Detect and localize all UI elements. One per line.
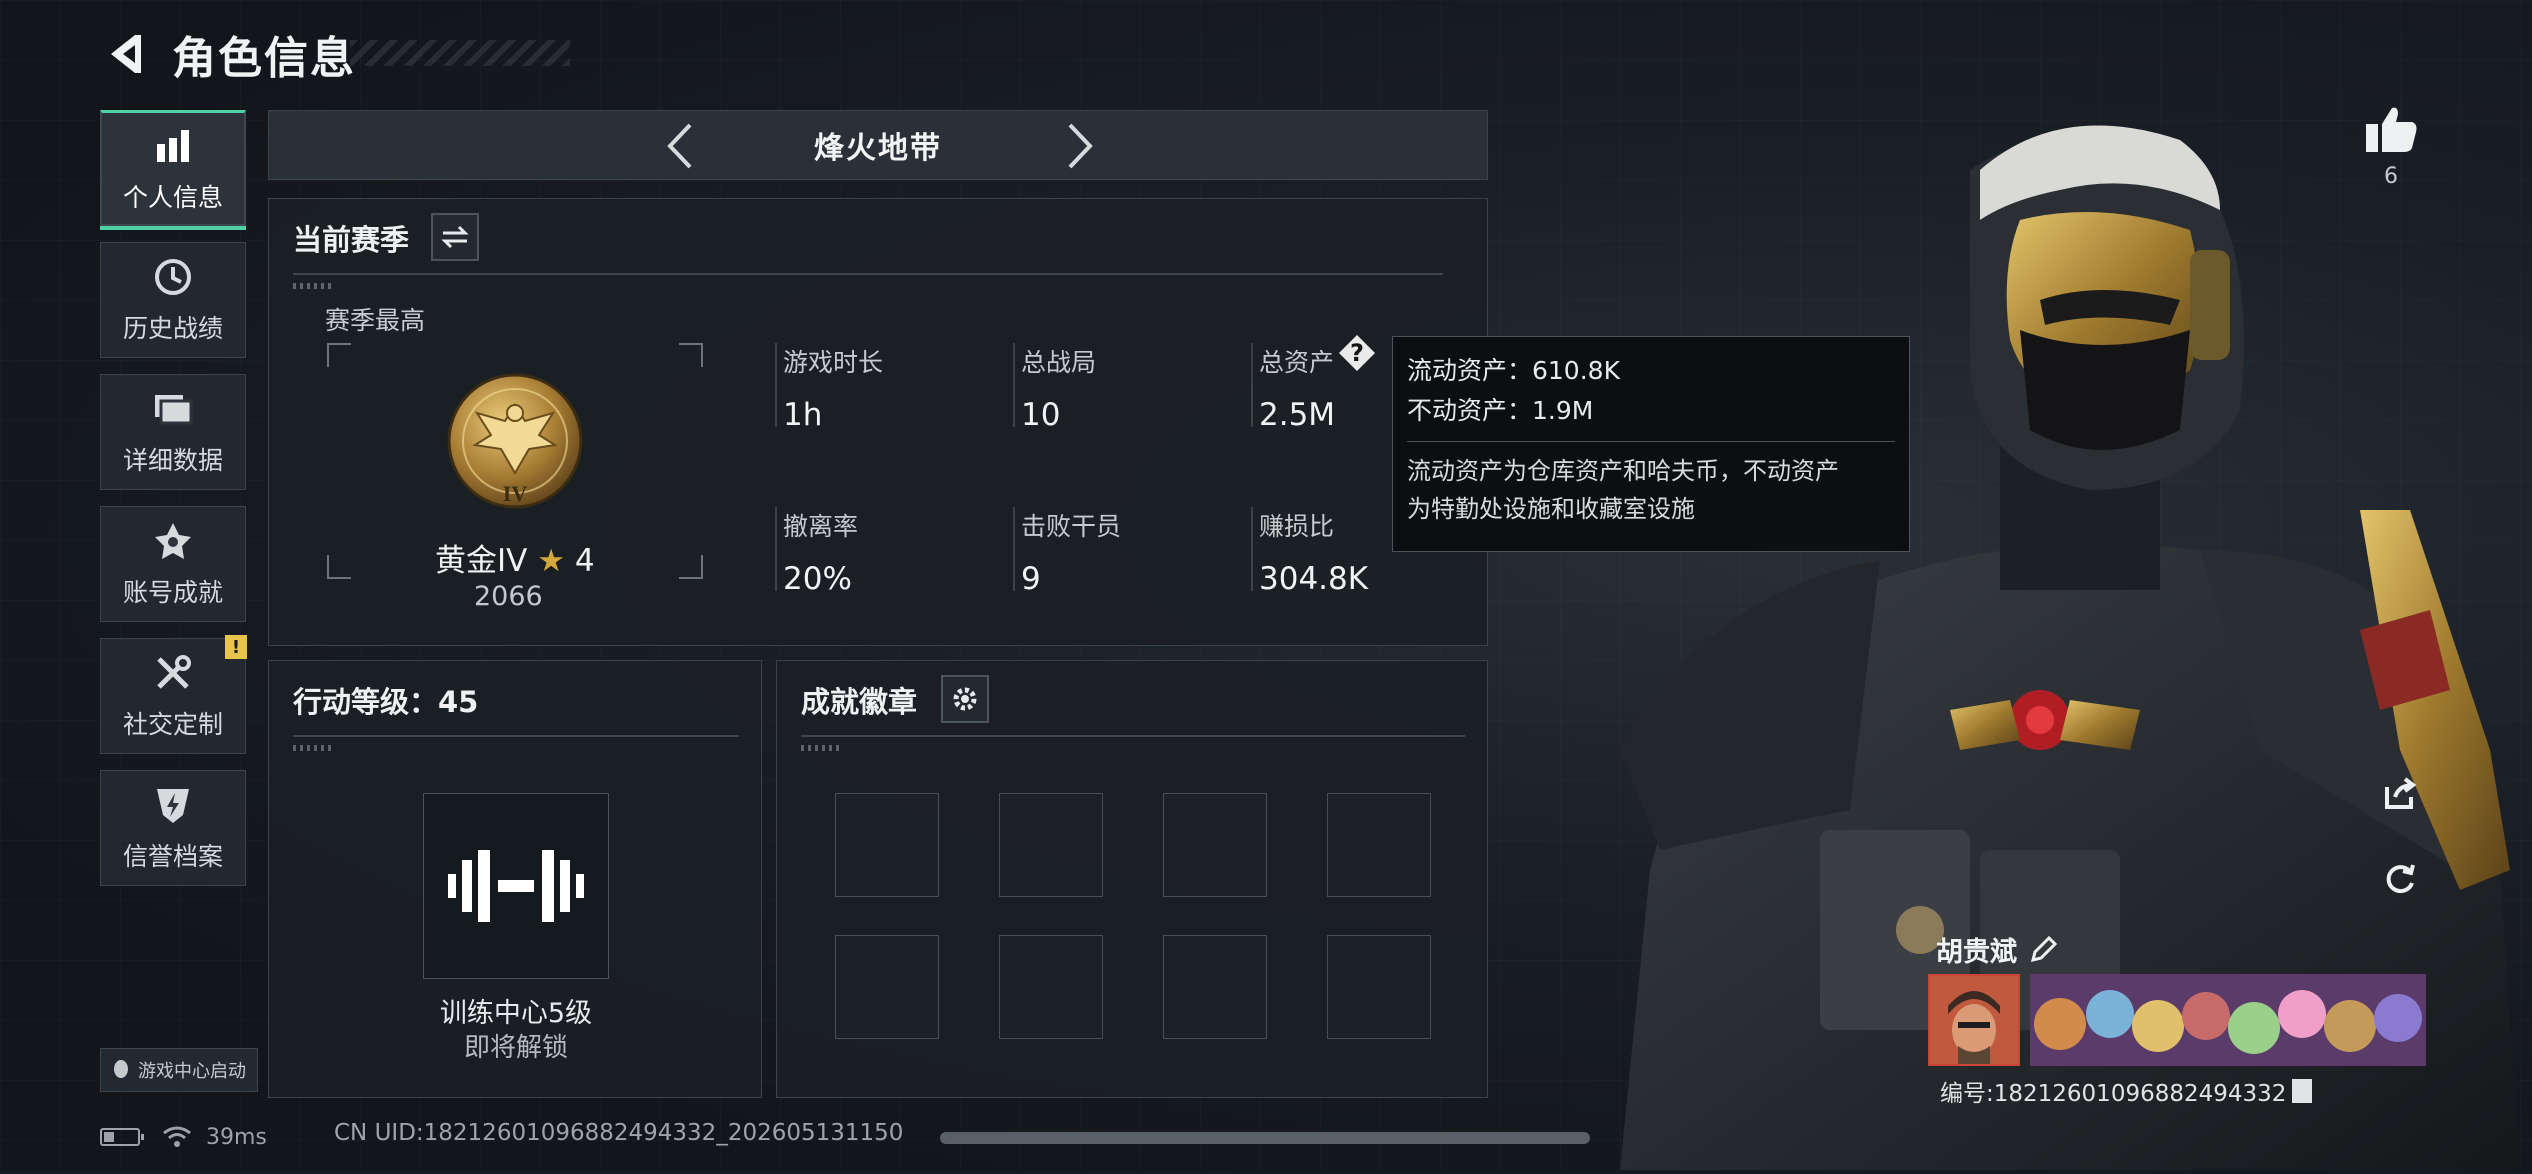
shield-lightning-icon <box>151 783 195 827</box>
tooltip-desc-line1: 流动资产为仓库资产和哈夫币，不动资产 <box>1407 457 1839 485</box>
divider <box>293 735 739 737</box>
launch-label: 游戏中心启动 <box>138 1061 246 1082</box>
mode-prev-button[interactable] <box>649 119 709 173</box>
stat-kills: 击败干员 9 <box>1013 507 1121 597</box>
stat-profit-ratio: 赚损比 304.8K <box>1251 507 1368 597</box>
achievement-badges-panel: 成就徽章 <box>776 660 1488 1098</box>
sidebar-item-label: 社交定制 <box>122 710 223 739</box>
badge-slot[interactable] <box>999 793 1103 897</box>
badge-slot[interactable] <box>999 935 1103 1039</box>
badge-slot[interactable] <box>1163 935 1267 1039</box>
mode-selector: 烽火地带 <box>268 110 1488 180</box>
share-icon <box>2385 777 2417 809</box>
training-center-status: 即将解锁 <box>463 1033 568 1063</box>
sidebar-item-label: 信誉档案 <box>122 842 223 871</box>
divider <box>801 735 1465 737</box>
training-center-name: 训练中心5级 <box>439 998 593 1029</box>
stat-playtime: 游戏时长 1h <box>775 343 883 433</box>
mode-next-button[interactable] <box>1051 119 1111 173</box>
action-level-panel: 行动等级：45 训练中心5级 即将解锁 <box>268 660 762 1098</box>
avatar[interactable] <box>1928 974 2020 1066</box>
player-name: 胡贵斌 <box>1936 930 2057 969</box>
divider-dots <box>293 745 333 751</box>
scrollbar[interactable] <box>940 1132 1590 1144</box>
rotate-button[interactable] <box>2372 850 2428 906</box>
sidebar-item-history[interactable]: 历史战绩 <box>100 242 246 358</box>
rank-name: 黄金IV ★ 4 <box>435 543 595 579</box>
title-decoration <box>350 40 570 66</box>
stat-total-assets: 总资产 2.5M <box>1251 343 1335 433</box>
edit-pencil-icon[interactable] <box>2029 935 2057 964</box>
divider-dots <box>293 283 333 289</box>
penguin-icon <box>114 1060 128 1078</box>
notification-badge: ! <box>225 635 247 659</box>
divider-dots <box>801 745 841 751</box>
wifi-icon <box>163 1126 191 1147</box>
chevron-right-icon <box>1068 123 1093 169</box>
assets-help-icon[interactable]: ? <box>1339 335 1375 371</box>
badge-slot[interactable] <box>1327 935 1431 1039</box>
sidebar-item-label: 历史战绩 <box>122 314 223 343</box>
back-arrow-icon <box>111 35 141 73</box>
divider <box>293 273 1443 275</box>
sidebar-item-achievements[interactable]: 账号成就 <box>100 506 246 622</box>
badge-slot[interactable] <box>835 793 939 897</box>
rank-emblem-icon: IV <box>447 373 583 509</box>
refresh-icon <box>2386 864 2415 894</box>
status-bar: 39ms <box>100 1120 267 1154</box>
chevron-left-icon <box>667 123 692 169</box>
badge-slot[interactable] <box>1163 793 1267 897</box>
action-level-title: 行动等级：45 <box>293 685 479 719</box>
training-center-tile[interactable] <box>423 793 609 979</box>
tooltip-fixed-assets: 不动资产：1.9M <box>1407 396 1594 425</box>
clock-icon <box>151 255 195 299</box>
ping-value: 39ms <box>206 1124 267 1150</box>
badges-title: 成就徽章 <box>801 685 918 719</box>
tools-icon <box>151 651 195 695</box>
back-button[interactable] <box>100 24 150 84</box>
sidebar-nav: 个人信息 历史战绩 详细数据 账号成就 ! 社交定制 信誉档案 <box>100 110 248 902</box>
tooltip-desc-line2: 为特勤处设施和收藏室设施 <box>1407 495 1695 523</box>
assets-tooltip: 流动资产：610.8K 不动资产：1.9M 流动资产为仓库资产和哈夫币，不动资产… <box>1392 336 1910 552</box>
badges-settings-button[interactable] <box>941 675 989 723</box>
sidebar-item-personal-info[interactable]: 个人信息 <box>100 110 246 230</box>
uid-text: CN UID:18212601096882494332_202605131150 <box>334 1120 904 1146</box>
copy-icon[interactable] <box>2292 1079 2313 1103</box>
season-switch-button[interactable] <box>431 213 479 261</box>
rank-emblem-text: IV <box>503 481 528 506</box>
sidebar-item-label: 账号成就 <box>122 578 223 607</box>
game-center-launch-button[interactable]: 游戏中心启动 <box>100 1048 258 1092</box>
sidebar-item-label: 个人信息 <box>122 182 223 212</box>
badge-slot[interactable] <box>1327 793 1431 897</box>
season-best-label: 赛季最高 <box>325 306 426 335</box>
gear-icon <box>953 687 977 711</box>
season-panel: 当前赛季 赛季最高 IV 黄金IV ★ 4 2066 游戏时长 1h 总战局 1… <box>268 198 1488 646</box>
stat-total-matches: 总战局 10 <box>1013 343 1096 433</box>
player-banner <box>2030 974 2426 1066</box>
folder-icon <box>151 387 195 431</box>
sidebar-item-social[interactable]: ! 社交定制 <box>100 635 247 754</box>
like-button[interactable]: 6 <box>2358 104 2424 189</box>
battery-icon <box>100 1128 144 1146</box>
season-title: 当前赛季 <box>293 223 410 257</box>
achievement-star-icon <box>151 519 195 563</box>
dumbbell-icon <box>448 850 584 922</box>
bar-chart-icon <box>151 124 195 168</box>
sidebar-item-credit[interactable]: 信誉档案 <box>100 770 246 886</box>
rank-score: 2066 <box>474 581 543 612</box>
badge-slot[interactable] <box>835 935 939 1039</box>
like-count: 6 <box>2384 164 2398 189</box>
share-button[interactable] <box>2372 766 2428 822</box>
page-title: 角色信息 <box>172 33 356 84</box>
sidebar-item-detailed-data[interactable]: 详细数据 <box>100 374 246 490</box>
header: 角色信息 <box>100 22 356 86</box>
tooltip-liquid-assets: 流动资产：610.8K <box>1407 356 1620 385</box>
thumbs-up-icon <box>2366 107 2417 152</box>
stat-extraction-rate: 撤离率 20% <box>775 507 858 597</box>
star-icon: ★ <box>537 543 566 579</box>
player-id: 编号:18212601096882494332 <box>1940 1074 2313 1108</box>
mode-name: 烽火地带 <box>814 131 942 166</box>
sidebar-item-label: 详细数据 <box>122 446 223 475</box>
swap-icon <box>441 225 469 249</box>
